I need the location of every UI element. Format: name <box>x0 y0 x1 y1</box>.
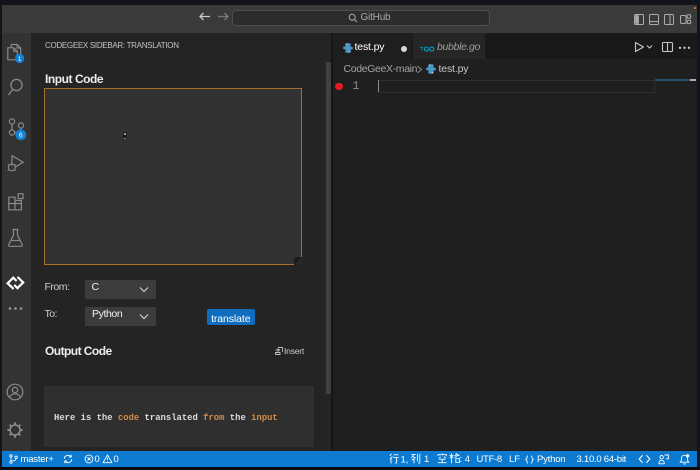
svg-text:1: 1 <box>18 56 22 63</box>
svg-text:GO: GO <box>423 47 434 53</box>
svg-text:1,: 1, <box>401 455 409 466</box>
svg-text:6: 6 <box>19 132 23 139</box>
